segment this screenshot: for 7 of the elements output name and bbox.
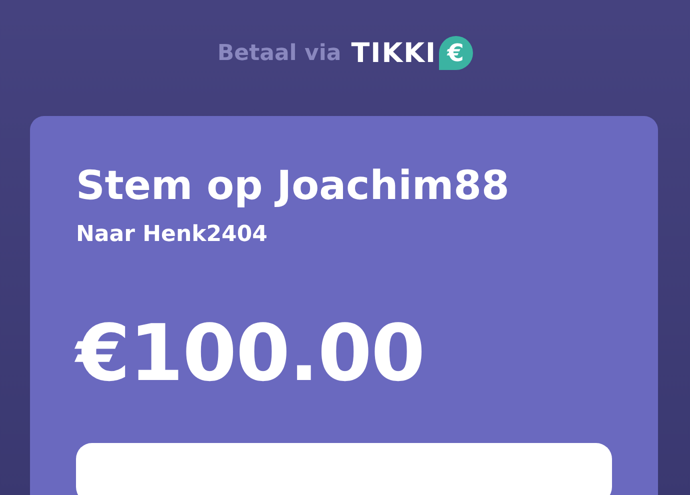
brand-bubble-icon: € bbox=[438, 36, 473, 70]
input-field[interactable] bbox=[76, 443, 612, 495]
amount-text: €100.00 bbox=[76, 309, 426, 399]
brand-name: TIKKI bbox=[351, 38, 437, 68]
recipient-label: Naar Henk2404 bbox=[76, 222, 268, 247]
pay-via-label: Betaal via bbox=[217, 40, 342, 66]
request-title: Stem op Joachim88 bbox=[76, 162, 510, 211]
